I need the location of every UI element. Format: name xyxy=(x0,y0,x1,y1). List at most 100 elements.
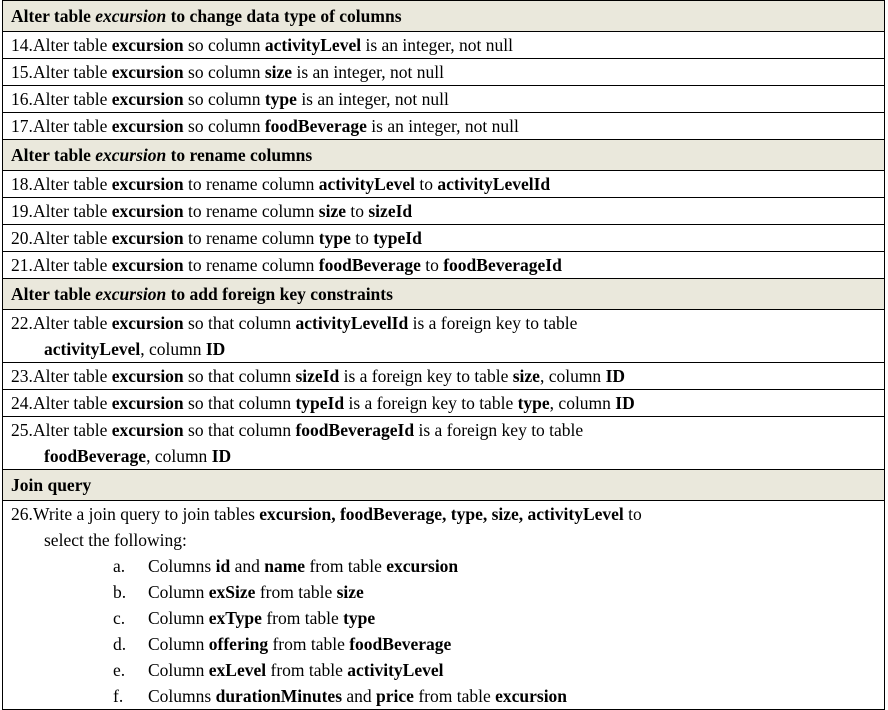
identifier-token: size xyxy=(336,582,364,602)
requirement-text: 25.Alter table excursion so that column … xyxy=(3,417,884,443)
requirement-sub-item: e. Column exLevel from table activityLeve… xyxy=(3,657,884,683)
requirement-number: 25. xyxy=(11,420,33,440)
identifier-token: offering xyxy=(208,634,269,654)
requirement-cell: 14.Alter table excursion so column activ… xyxy=(2,31,885,59)
identifier-token: type xyxy=(318,228,351,248)
requirement-cell: 22.Alter table excursion so that column … xyxy=(2,309,885,363)
requirement-text: 15.Alter table excursion so column size … xyxy=(3,59,884,85)
section-header-row: Alter table excursion to add foreign key… xyxy=(2,278,885,310)
identifier-token: excursion xyxy=(111,35,184,55)
identifier-token: type xyxy=(343,608,376,628)
identifier-token: size xyxy=(512,366,540,386)
section-header-table-name: excursion xyxy=(95,284,167,304)
requirement-text: 24.Alter table excursion so that column … xyxy=(3,390,884,416)
text-token: so that column xyxy=(183,366,296,386)
identifier-token: id xyxy=(215,556,231,576)
sub-item-letter: e. xyxy=(113,660,126,680)
text-token: is a foreign key to table xyxy=(339,366,513,386)
text-token: Alter table xyxy=(33,35,112,55)
text-token: Column xyxy=(148,608,209,628)
identifier-token: price xyxy=(376,686,414,706)
text-token: is a foreign key to table xyxy=(408,313,578,333)
requirement-text: 21.Alter table excursion to rename colum… xyxy=(3,252,884,278)
text-token: to rename column xyxy=(183,201,319,221)
requirement-text: 20.Alter table excursion to rename colum… xyxy=(3,225,884,251)
text-token: Alter table xyxy=(33,255,112,275)
section-header-table-name: excursion xyxy=(95,6,167,26)
requirement-body: Alter table excursion to rename column s… xyxy=(33,201,412,221)
requirement-cell: 20.Alter table excursion to rename colum… xyxy=(2,224,885,252)
requirement-text: 19.Alter table excursion to rename colum… xyxy=(3,198,884,224)
identifier-token: excursion xyxy=(111,228,184,248)
identifier-token: type xyxy=(517,393,550,413)
text-token: is a foreign key to table xyxy=(344,393,518,413)
identifier-token: sizeId xyxy=(368,201,413,221)
text-token: Column xyxy=(148,660,209,680)
section-header-suffix: to rename columns xyxy=(166,145,313,165)
requirement-cell: 24.Alter table excursion so that column … xyxy=(2,389,885,417)
requirement-text-continuation: activityLevel, column ID xyxy=(3,336,884,362)
section-header-prefix: Alter table xyxy=(11,145,96,165)
text-token: Alter table xyxy=(33,366,112,386)
requirement-number: 22. xyxy=(11,313,33,333)
requirement-cell: 23.Alter table excursion so that column … xyxy=(2,362,885,390)
text-token: Alter table xyxy=(33,393,112,413)
sub-item-letter: f. xyxy=(113,686,124,706)
text-token: to rename column xyxy=(183,174,319,194)
identifier-token: foodBeverage xyxy=(44,446,147,466)
text-token: to xyxy=(346,201,369,221)
requirement-row: 21.Alter table excursion to rename colum… xyxy=(2,251,885,279)
text-token: to xyxy=(415,174,438,194)
text-token: Alter table xyxy=(33,89,112,109)
identifier-token: foodBeverage xyxy=(349,634,452,654)
text-token: to rename column xyxy=(183,255,319,275)
requirement-number: 17. xyxy=(11,116,33,136)
text-token: and xyxy=(230,556,265,576)
text-token: so that column xyxy=(183,313,296,333)
requirement-body: Alter table excursion so column foodBeve… xyxy=(33,116,519,136)
requirement-sub-item: d. Column offering from table foodBeverag… xyxy=(3,631,884,657)
text-token: to xyxy=(350,228,374,248)
requirement-text-continuation: select the following: xyxy=(3,527,884,553)
requirements-table-body: Alter table excursion to change data typ… xyxy=(2,0,885,710)
text-token: so that column xyxy=(183,420,296,440)
text-token: , column xyxy=(140,339,206,359)
text-token: so that column xyxy=(183,393,296,413)
requirement-cell: 25.Alter table excursion so that column … xyxy=(2,416,885,470)
requirement-body: select the following: xyxy=(44,530,187,550)
text-token: Alter table xyxy=(33,62,112,82)
identifier-token: ID xyxy=(205,339,226,359)
text-token: from table xyxy=(413,686,496,706)
document-page: Alter table excursion to change data typ… xyxy=(0,0,888,710)
identifier-token: size xyxy=(318,201,346,221)
text-token: Alter table xyxy=(33,174,112,194)
requirement-number: 21. xyxy=(11,255,33,275)
identifier-token: ID xyxy=(615,393,635,413)
text-token: to xyxy=(420,255,444,275)
requirement-body: Alter table excursion so column size is … xyxy=(33,62,444,82)
requirement-number: 23. xyxy=(11,366,33,386)
section-header-suffix: to add foreign key constraints xyxy=(166,284,393,304)
text-token: is an integer, not null xyxy=(292,62,444,82)
requirement-body: Alter table excursion so that column foo… xyxy=(33,420,583,440)
text-token: so column xyxy=(183,35,265,55)
requirement-body: Alter table excursion so column type is … xyxy=(33,89,449,109)
identifier-token: typeId xyxy=(295,393,345,413)
section-header-cell: Alter table excursion to rename columns xyxy=(2,139,885,171)
identifier-token: excursion xyxy=(111,89,184,109)
requirement-sub-list: a. Columns id and name from table excursi… xyxy=(3,553,884,709)
text-token: Alter table xyxy=(33,313,112,333)
requirement-body: Alter table excursion so that column siz… xyxy=(33,366,625,386)
sub-item-letter: c. xyxy=(113,608,126,628)
identifier-token: foodBeverageId xyxy=(295,420,415,440)
requirement-body: Write a join query to join tables excurs… xyxy=(33,504,642,524)
requirement-number: 14. xyxy=(11,35,33,55)
identifier-token: name xyxy=(264,556,306,576)
identifier-token: excursion xyxy=(111,116,184,136)
identifier-token: excursion xyxy=(111,366,184,386)
requirement-sub-item: f. Columns durationMinutes and price from… xyxy=(3,683,884,709)
requirement-number: 20. xyxy=(11,228,33,248)
requirement-cell: 21.Alter table excursion to rename colum… xyxy=(2,251,885,279)
requirement-number: 18. xyxy=(11,174,33,194)
text-token: from table xyxy=(255,582,337,602)
